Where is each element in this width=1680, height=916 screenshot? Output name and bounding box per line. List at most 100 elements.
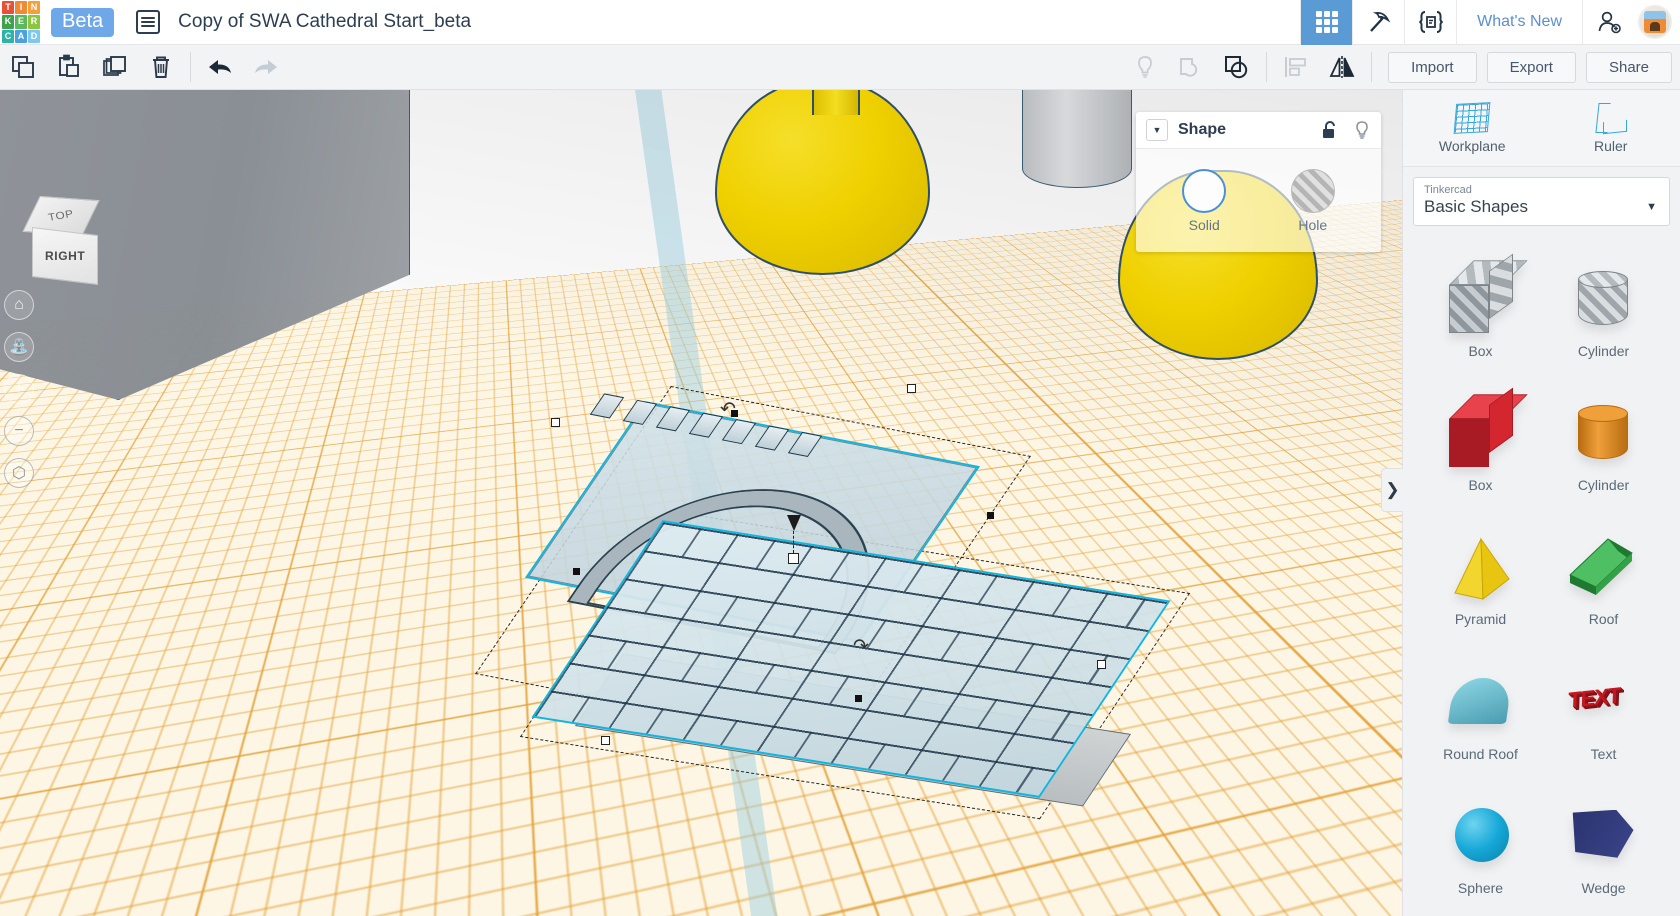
view-cube-front-label: RIGHT — [44, 249, 86, 263]
hole-option-label: Hole — [1298, 216, 1328, 233]
shape-roof[interactable]: Roof — [1542, 517, 1665, 646]
shape-box-red-label: Box — [1468, 477, 1493, 494]
zoom-in-button[interactable]: + — [4, 374, 34, 404]
document-title[interactable]: Copy of SWA Cathedral Start_beta — [178, 11, 471, 33]
shape-cylinder-hole-thumbnail — [1562, 263, 1646, 337]
design-list-icon[interactable] — [136, 10, 161, 34]
group-button[interactable] — [1168, 45, 1214, 90]
shape-text[interactable]: TEXT Text — [1542, 652, 1665, 781]
shape-box-red[interactable]: Box — [1419, 383, 1542, 512]
home-view-button[interactable]: ⌂ — [4, 290, 34, 320]
view-cube-top-label: TOP — [47, 208, 75, 224]
share-button[interactable]: Share — [1585, 51, 1672, 83]
pickaxe-icon[interactable] — [1352, 0, 1404, 45]
logo-tile-8: D — [28, 29, 40, 43]
whats-new-link[interactable]: What's New — [1456, 0, 1582, 45]
beta-badge[interactable]: Beta — [51, 7, 115, 37]
resize-handle-corner-ne[interactable] — [907, 384, 916, 393]
avatar[interactable] — [1638, 5, 1672, 39]
chevron-down-icon[interactable]: ▼ — [1646, 201, 1657, 213]
design-grid-icon[interactable] — [1300, 0, 1353, 45]
perspective-toggle-button[interactable]: ⬡ — [4, 458, 34, 488]
shape-cylinder-orange[interactable]: Cylinder — [1542, 383, 1665, 512]
rotate-handle-top[interactable]: ↶ — [720, 398, 736, 421]
undo-button[interactable] — [197, 45, 243, 90]
height-handle[interactable] — [787, 515, 801, 564]
logo-tile-3: K — [2, 15, 14, 29]
shape-round-roof-thumbnail — [1439, 666, 1523, 740]
rotate-handle-front[interactable]: ↷ — [853, 635, 869, 658]
copy-button[interactable] — [0, 45, 46, 90]
shape-round-roof[interactable]: Round Roof — [1419, 652, 1542, 781]
view-cube[interactable]: TOP RIGHT — [22, 195, 104, 288]
shape-cylinder-hole[interactable]: Cylinder — [1542, 249, 1665, 378]
light-bulb-icon[interactable] — [1353, 120, 1371, 140]
codeblocks-icon[interactable] — [1404, 0, 1456, 45]
hole-swatch — [1290, 168, 1335, 213]
shapes-sidebar: ❯ Workplane Ruler Tinkercad Basic Shapes… — [1381, 90, 1680, 916]
hole-option[interactable]: Hole — [1290, 168, 1335, 233]
library-dropdown[interactable]: Tinkercad Basic Shapes ▼ — [1413, 177, 1670, 226]
light-bulb-button[interactable] — [1122, 45, 1168, 90]
fit-to-view-button[interactable]: ⛲ — [4, 332, 34, 362]
shape-wedge[interactable]: Wedge — [1542, 786, 1665, 915]
shape-round-roof-label: Round Roof — [1443, 745, 1518, 762]
selected-model[interactable]: ↶ ↷ — [475, 384, 1191, 820]
ruler-icon — [1595, 102, 1627, 134]
logo-tile-5: R — [28, 15, 40, 29]
add-person-icon[interactable] — [1582, 0, 1634, 45]
shape-pyramid-thumbnail — [1439, 531, 1523, 605]
library-dropdown-wrap: Tinkercad Basic Shapes ▼ — [1403, 167, 1680, 236]
resize-handle-corner-sw[interactable] — [601, 736, 610, 745]
ruler-tool-label: Ruler — [1594, 137, 1628, 154]
export-button[interactable]: Export — [1486, 51, 1576, 83]
shape-solid-hole-selector: Solid Hole — [1136, 149, 1381, 252]
shape-box-hole-thumbnail — [1439, 253, 1528, 337]
toolbar-divider-2 — [1266, 52, 1268, 82]
toolbar-divider-3 — [1371, 52, 1373, 82]
resize-handle-mid-w[interactable] — [573, 568, 580, 575]
shape-text-thumbnail: TEXT — [1567, 681, 1621, 713]
resize-handle-corner-se[interactable] — [1097, 660, 1106, 669]
collapse-panel-button[interactable]: ▼ — [1146, 119, 1168, 141]
resize-handle-mid-e[interactable] — [987, 512, 994, 519]
zoom-out-button[interactable]: − — [4, 416, 34, 446]
logo-tile-4: E — [15, 15, 27, 29]
redo-button[interactable] — [243, 45, 289, 90]
duplicate-button[interactable] — [92, 45, 138, 90]
paste-button[interactable] — [46, 45, 92, 90]
ungroup-button[interactable] — [1214, 45, 1260, 90]
solid-option[interactable]: Solid — [1182, 168, 1227, 233]
mirror-button[interactable] — [1319, 45, 1365, 90]
shape-box-hole[interactable]: Box — [1419, 249, 1542, 378]
align-button[interactable] — [1273, 45, 1319, 90]
logo-tile-0: T — [2, 1, 14, 15]
shape-pyramid[interactable]: Pyramid — [1419, 517, 1542, 646]
view-cube-face-right[interactable]: RIGHT — [32, 226, 98, 286]
ruler-tool[interactable]: Ruler — [1542, 90, 1680, 166]
resize-handle-corner-nw[interactable] — [551, 418, 560, 427]
shape-panel-header: ▼ Shape — [1136, 112, 1381, 149]
yellow-dome-neck[interactable] — [812, 90, 860, 115]
shape-sphere[interactable]: Sphere — [1419, 786, 1542, 915]
tinkercad-logo[interactable]: TINKERCAD — [0, 0, 42, 44]
gray-cylinder-object[interactable] — [1022, 90, 1132, 188]
library-dropdown-sublabel: Tinkercad — [1424, 184, 1472, 196]
collapse-sidebar-button[interactable]: ❯ — [1381, 468, 1403, 512]
toolbar-divider — [190, 52, 191, 82]
logo-tile-6: C — [2, 29, 14, 43]
shape-text-label: Text — [1590, 745, 1617, 762]
user-avatar-wrap[interactable] — [1634, 0, 1680, 45]
import-button[interactable]: Import — [1388, 51, 1477, 83]
resize-handle-mid-s[interactable] — [855, 695, 862, 702]
shapes-grid: Box Cylinder Box Cylinder Pyramid Roof Round R… — [1403, 239, 1680, 916]
shape-inspector-panel[interactable]: ▼ Shape Solid Hole — [1136, 112, 1381, 252]
shape-wedge-thumbnail — [1562, 800, 1646, 874]
delete-button[interactable] — [138, 45, 184, 90]
logo-tile-7: A — [15, 29, 27, 43]
yellow-dome-object-1[interactable] — [715, 90, 930, 275]
unlock-icon[interactable] — [1321, 120, 1339, 140]
shape-cylinder-orange-thumbnail — [1562, 397, 1646, 471]
workplane-tool[interactable]: Workplane — [1403, 90, 1542, 166]
library-dropdown-value: Basic Shapes — [1424, 197, 1528, 216]
